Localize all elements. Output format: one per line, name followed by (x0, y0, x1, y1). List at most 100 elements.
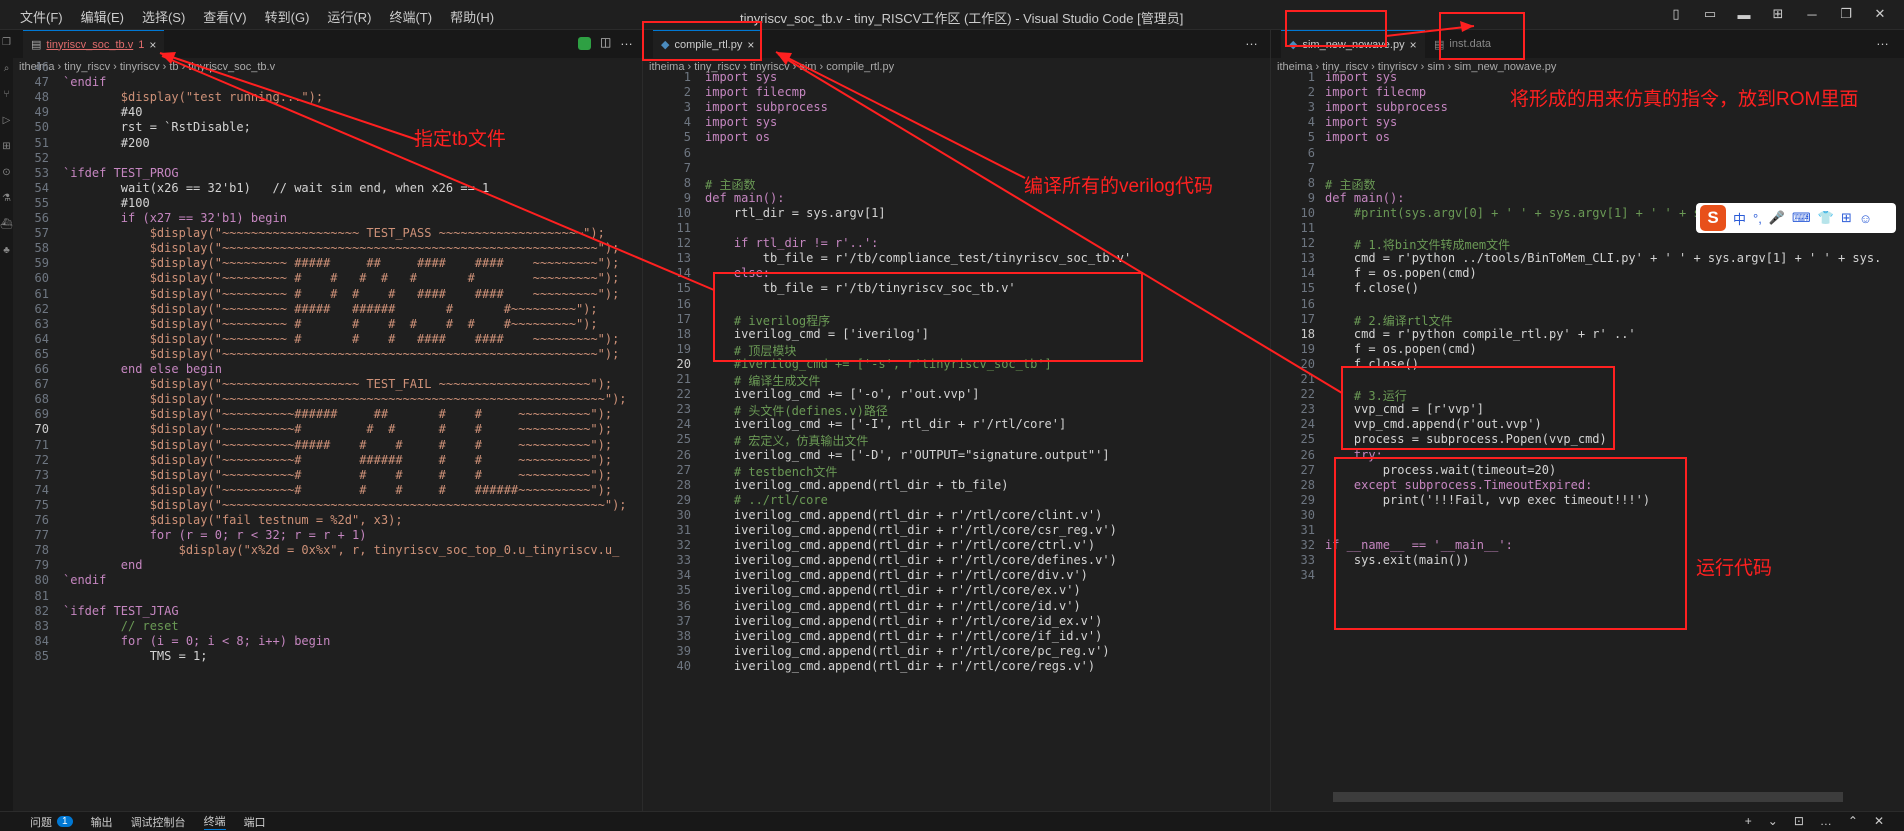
close-panel-icon[interactable]: ✕ (1874, 814, 1884, 828)
split-editor-icon[interactable]: ◫ (600, 35, 611, 49)
extensions-icon[interactable]: ⊞ (0, 134, 13, 160)
line-number: 12 (676, 236, 691, 251)
menu-item-4[interactable]: 转到(G) (265, 7, 310, 26)
toolbox-icon[interactable]: ⊞ (1841, 210, 1852, 226)
restore-icon[interactable]: ❐ (1836, 6, 1856, 22)
tab-terminal[interactable]: 终端 (203, 813, 226, 830)
microphone-icon[interactable]: 🎤 (1769, 210, 1785, 226)
menu-item-1[interactable]: 编辑(E) (81, 7, 124, 26)
line-number: 31 (1300, 523, 1315, 537)
more-actions-icon[interactable]: … (1820, 814, 1832, 828)
skin-icon[interactable]: 👕 (1818, 210, 1834, 226)
terminal-dropdown-icon[interactable]: ⌄ (1768, 814, 1778, 828)
minimize-icon[interactable]: ─ (1802, 7, 1822, 22)
layout-icon[interactable]: ⊞ (1768, 6, 1788, 22)
more-actions-icon[interactable]: … (1245, 33, 1258, 48)
chinese-mode-icon[interactable]: 中 (1733, 209, 1746, 228)
code-line: $display("test running..."); (63, 90, 324, 105)
python-icon[interactable]: ♣ (0, 238, 13, 264)
code-line: cmd = r'python ../tools/BinToMem_CLI.py'… (1325, 251, 1882, 266)
code-line: try: (1325, 447, 1383, 462)
testing-icon[interactable]: ⚗ (0, 186, 13, 212)
code-line: wait(x26 == 32'b1) // wait sim end, when… (63, 180, 490, 195)
more-actions-icon[interactable]: … (620, 33, 633, 48)
ime-toolbar[interactable]: S 中 °, 🎤 ⌨ 👕 ⊞ ☺ (1696, 203, 1896, 233)
tab-tinyriscv-soc-tb[interactable]: ▤ tinyriscv_soc_tb.v 1 × (23, 30, 165, 58)
menu-item-3[interactable]: 查看(V) (203, 7, 246, 26)
code-line: `ifdef TEST_PROG (63, 165, 179, 180)
close-icon[interactable]: ✕ (1870, 6, 1890, 22)
code-area[interactable]: 1 import sys 2 import filecmp 3 import subpro… (1271, 70, 1904, 811)
remote-icon[interactable]: ⊙ (0, 160, 13, 186)
code-line: $display("~~~~~~~~~~~~~~~~~~~ TEST_PASS … (63, 226, 605, 241)
code-line: else: (705, 266, 771, 281)
code-line: def main(): (1325, 190, 1405, 205)
code-line: $display("~~~~~~~~~ # # # #### #### ~~~~… (63, 331, 620, 346)
code-area[interactable]: 46 , 47 `endif 48 $display("test running...… (13, 60, 642, 811)
line-number: 5 (1307, 130, 1315, 145)
maximize-panel-icon[interactable]: ⌃ (1848, 814, 1858, 828)
more-actions-icon[interactable]: … (1876, 33, 1889, 48)
line-number: 31 (676, 523, 691, 537)
line-number: 64 (34, 331, 49, 346)
source-control-icon[interactable]: ⑂ (0, 82, 13, 108)
line-number: 6 (1307, 145, 1315, 160)
files-icon[interactable]: ❐ (0, 30, 13, 56)
code-line: $display("x%2d = 0x%x", r, tinyriscv_soc… (63, 543, 620, 558)
tab-inst-data[interactable]: ▤ inst.data (1426, 30, 1499, 58)
code-line: iverilog_cmd += ['-I', rtl_dir + r'/rtl/… (705, 417, 1067, 432)
docker-icon[interactable]: ⛴ (0, 212, 13, 238)
line-number: 77 (34, 528, 49, 543)
split-terminal-icon[interactable]: ⊡ (1794, 814, 1804, 828)
tab-debug-console[interactable]: 调试控制台 (131, 814, 186, 830)
line-number: 40 (676, 658, 691, 673)
tab-compile-rtl[interactable]: ◆ compile_rtl.py × (653, 30, 763, 58)
code-line: for (i = 0; i < 8; i++) begin (63, 633, 331, 648)
close-icon[interactable]: × (1410, 38, 1417, 52)
close-icon[interactable]: × (747, 38, 754, 52)
sogou-logo-icon[interactable]: S (1700, 205, 1726, 231)
run-icon[interactable] (578, 37, 591, 50)
code-line: `endif (63, 573, 107, 588)
line-number: 26 (676, 447, 691, 462)
search-icon[interactable]: ⌕ (0, 56, 13, 82)
toggle-sidebar-icon[interactable]: ▯ (1666, 6, 1686, 22)
annotation-rom: 将形成的用来仿真的指令，放到ROM里面 (1510, 89, 1859, 110)
title-bar: 文件(F) 编辑(E) 选择(S) 查看(V) 转到(G) 运行(R) 终端(T) 帮助(H)… (0, 0, 1904, 30)
tab-problems[interactable]: 问题 1 (30, 814, 73, 830)
punctuation-icon[interactable]: °, (1753, 211, 1762, 226)
code-line: cmd = r'python compile_rtl.py' + r' ..' (1325, 326, 1636, 341)
menu-item-6[interactable]: 终端(T) (389, 7, 432, 26)
tab-output[interactable]: 输出 (91, 814, 113, 830)
code-line: if __name__ == '__main__': (1325, 538, 1513, 553)
line-number: 4 (1307, 115, 1315, 130)
line-number: 10 (1300, 205, 1315, 220)
line-number: 63 (34, 316, 49, 331)
toggle-panel-icon[interactable]: ▭ (1700, 6, 1720, 22)
horizontal-scrollbar[interactable] (1333, 792, 1843, 802)
menu-item-5[interactable]: 运行(R) (327, 7, 371, 26)
emoji-icon[interactable]: ☺ (1859, 211, 1872, 226)
code-line: import os (1325, 130, 1391, 145)
menu-item-0[interactable]: 文件(F) (20, 7, 63, 26)
new-terminal-icon[interactable]: + (1745, 814, 1752, 828)
line-number: 29 (1300, 492, 1315, 507)
code-line: $display("~~~~~~~~~ ##### ###### # #~~~~… (63, 301, 598, 316)
line-number: 32 (1300, 538, 1315, 553)
menu-item-2[interactable]: 选择(S) (142, 7, 185, 26)
toggle-secondary-icon[interactable]: ▬ (1734, 7, 1754, 22)
line-number: 24 (1300, 417, 1315, 432)
line-number: 18 (676, 326, 691, 341)
line-number: 36 (676, 598, 691, 613)
tab-ports[interactable]: 端口 (244, 814, 266, 830)
run-debug-icon[interactable]: ▷ (0, 108, 13, 134)
line-number: 9 (1307, 190, 1315, 205)
annotation-compile: 编译所有的verilog代码 (1024, 176, 1213, 197)
line-number: 23 (676, 402, 691, 417)
tab-sim-new-nowave[interactable]: ◆ sim_new_nowave.py × (1281, 30, 1425, 58)
close-icon[interactable]: × (149, 38, 156, 52)
line-number: 20 (1300, 356, 1315, 371)
menu-item-7[interactable]: 帮助(H) (450, 7, 494, 26)
code-line: $display("~~~~~~~~~ # # # # #### #### ~~… (63, 286, 620, 301)
keyboard-icon[interactable]: ⌨ (1792, 210, 1811, 226)
